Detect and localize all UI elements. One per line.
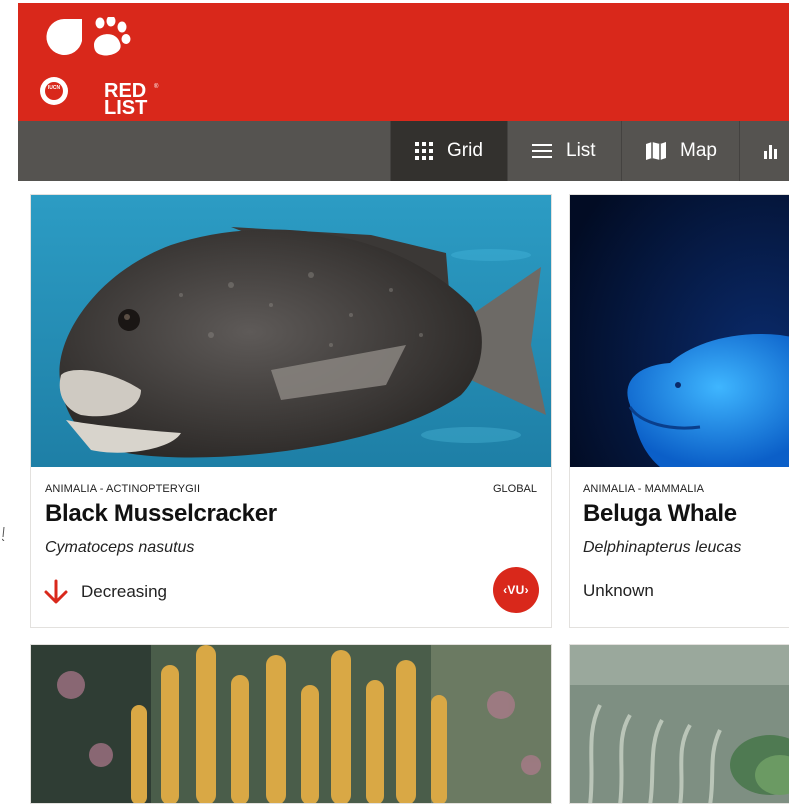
arrow-down-icon (44, 579, 68, 604)
trademark-symbol: ® (154, 84, 159, 90)
common-name[interactable]: Beluga Whale (583, 500, 737, 528)
fish-photo (31, 195, 551, 467)
view-list-button[interactable]: List (507, 121, 621, 181)
map-icon (646, 142, 666, 160)
view-stats-button[interactable] (739, 121, 789, 181)
category-badge-right: › (524, 583, 529, 597)
common-name[interactable]: Black Musselcracker (45, 500, 277, 528)
species-photo-seagrass (570, 645, 789, 803)
list-icon (532, 144, 552, 158)
coral-photo (31, 645, 551, 803)
seagrass-photo (570, 645, 789, 803)
iucn-badge-text: IUCN (47, 85, 61, 91)
site-header: IUCN RED LIST ® (18, 3, 789, 121)
red-list-wordmark: RED LIST ® (104, 81, 158, 119)
view-grid-label: Grid (447, 140, 483, 161)
view-grid-button[interactable]: Grid (390, 121, 507, 181)
population-trend: Unknown (583, 581, 654, 601)
logo-line-list: LIST (104, 97, 148, 119)
whale-photo (570, 195, 789, 467)
population-trend: Decreasing (43, 579, 167, 605)
category-code: VU (507, 583, 525, 597)
species-card[interactable] (569, 644, 789, 804)
view-list-label: List (566, 140, 596, 161)
scientific-name: Delphinapterus leucas (583, 539, 742, 556)
view-toggle-bar: Grid List Map (18, 121, 789, 181)
red-list-logo[interactable]: IUCN RED LIST ® (38, 15, 158, 118)
species-card[interactable]: ANIMALIA - MAMMALIA Beluga Whale Delphin… (569, 194, 789, 628)
species-photo-coral (31, 645, 551, 803)
edge-artifact (2, 527, 5, 541)
species-photo-fish (31, 195, 551, 467)
species-photo-whale (570, 195, 789, 467)
taxonomy-label: ANIMALIA - MAMMALIA (583, 483, 705, 495)
species-card[interactable] (30, 644, 552, 804)
grid-icon (415, 142, 433, 160)
bar-chart-icon (764, 145, 777, 159)
view-map-label: Map (680, 140, 717, 161)
scope-label: GLOBAL (492, 483, 537, 495)
trend-label: Decreasing (81, 582, 167, 601)
trend-label: Unknown (583, 581, 654, 600)
view-map-button[interactable]: Map (621, 121, 739, 181)
scientific-name: Cymatoceps nasutus (45, 539, 195, 556)
category-badge[interactable]: ‹ VU › (493, 567, 539, 613)
taxonomy-label: ANIMALIA - ACTINOPTERYGII (45, 483, 201, 495)
species-card[interactable]: ANIMALIA - ACTINOPTERYGII GLOBAL Black M… (30, 194, 552, 628)
